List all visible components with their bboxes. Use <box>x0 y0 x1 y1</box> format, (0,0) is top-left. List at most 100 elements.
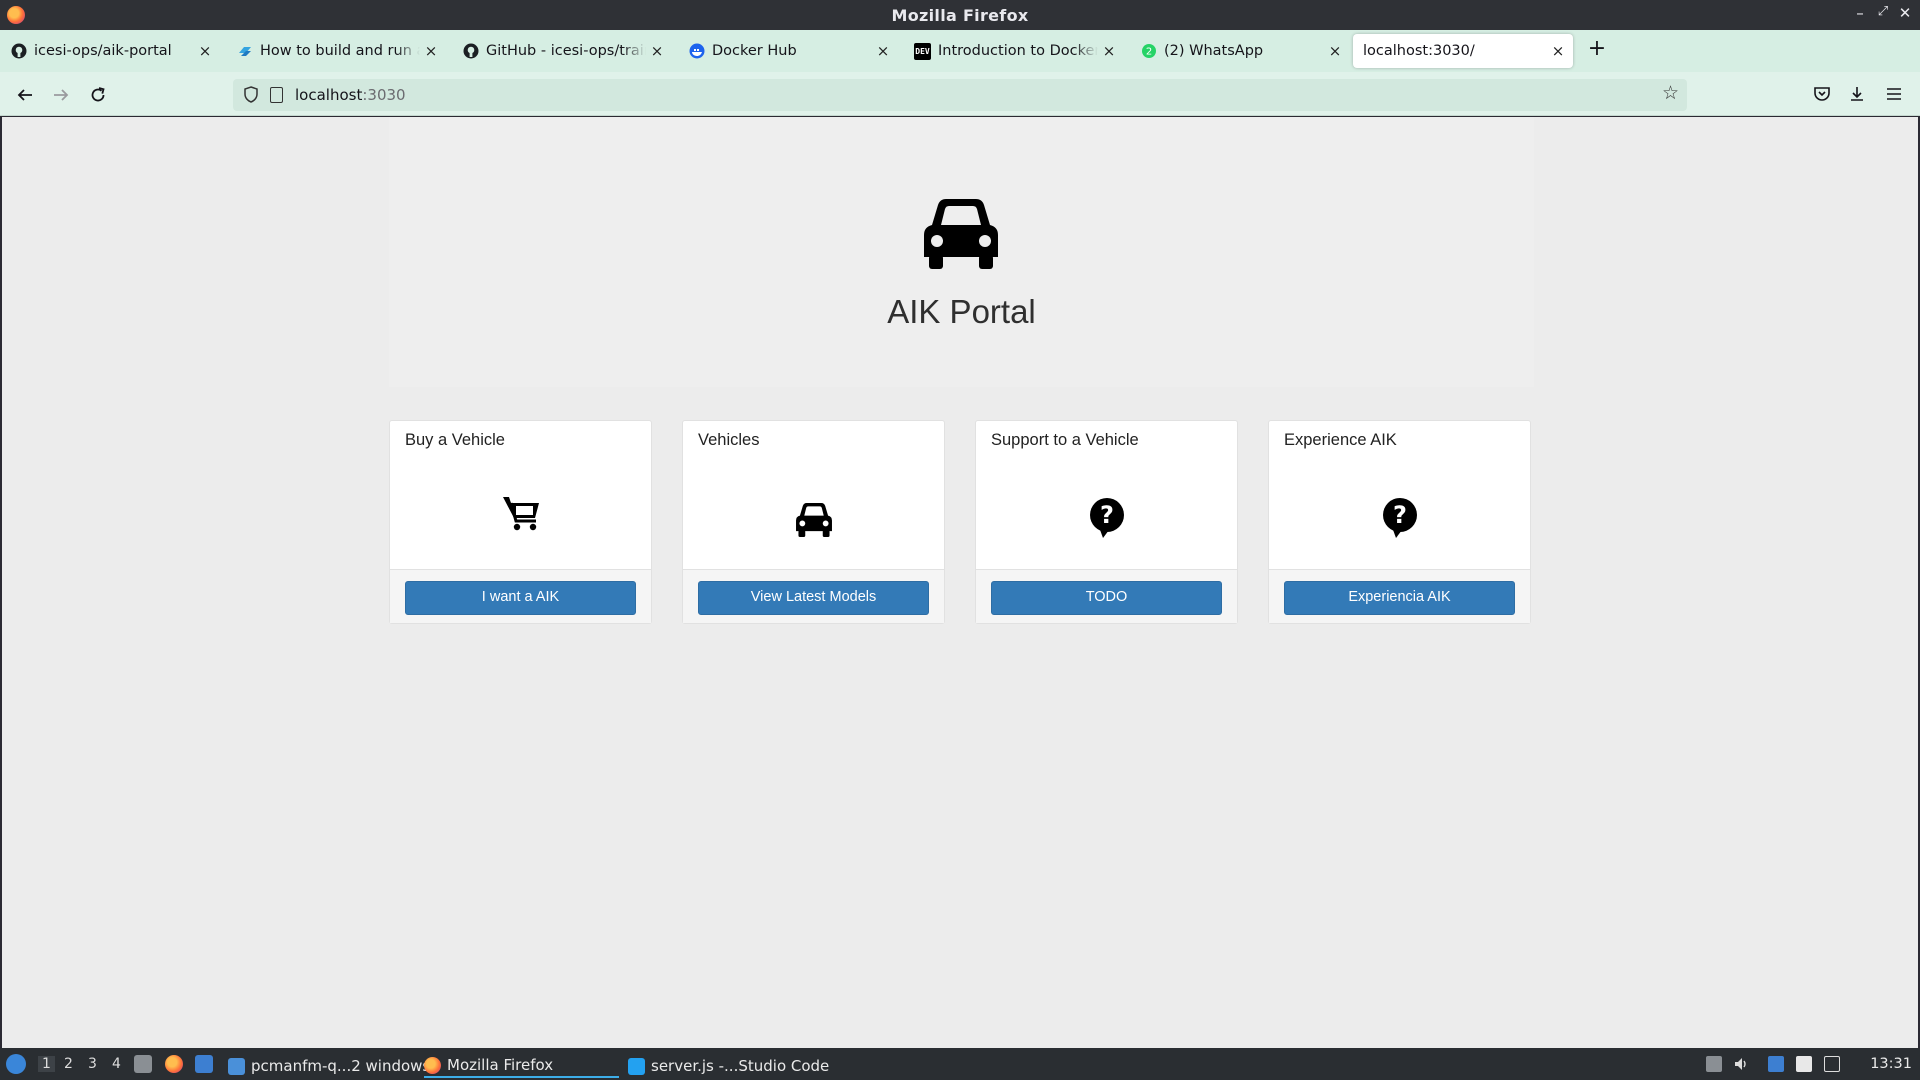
shield-icon[interactable] <box>243 86 259 103</box>
pocket-button[interactable] <box>1810 82 1834 106</box>
desktop-launcher-icon[interactable] <box>195 1055 213 1073</box>
folder-icon <box>228 1057 245 1075</box>
maximize-button[interactable]: ⤢ <box>1873 4 1893 19</box>
card-title: Experience AIK <box>1284 431 1397 449</box>
app-menu-button[interactable] <box>1882 82 1906 106</box>
card-title: Vehicles <box>698 431 760 449</box>
card-support-vehicle: Support to a Vehicle ? TODO <box>975 420 1238 624</box>
tab-label: Introduction to Docker for <box>938 43 1098 59</box>
card-footer: I want a AIK <box>390 569 651 623</box>
card-footer: TODO <box>976 569 1237 623</box>
tab-strip: icesi-ops/aik-portal × How to build and … <box>0 30 1920 72</box>
navigation-toolbar: localhost:3030 ☆ <box>0 72 1920 116</box>
new-tab-button[interactable]: + <box>1585 38 1609 62</box>
firefox-icon <box>424 1056 441 1074</box>
tab-label: (2) WhatsApp <box>1164 43 1264 59</box>
file-manager-launcher-icon[interactable] <box>134 1055 152 1073</box>
task-label: Mozilla Firefox <box>447 1056 554 1074</box>
workspace-3[interactable]: 3 <box>88 1056 97 1072</box>
arrow-right-icon <box>54 89 69 101</box>
task-label: pcmanfm-q...2 windows <box>251 1057 431 1075</box>
task-label: server.js -...Studio Code <box>651 1057 830 1075</box>
tab-whatsapp[interactable]: 2 (2) WhatsApp × <box>1130 34 1350 68</box>
tab-localhost[interactable]: localhost:3030/ × <box>1353 34 1573 68</box>
svg-text:?: ? <box>1393 501 1407 529</box>
volume-icon[interactable] <box>1733 1056 1749 1072</box>
page-info-icon[interactable] <box>270 87 283 103</box>
car-icon <box>795 503 832 537</box>
docker-icon <box>688 43 705 60</box>
tab-intro-docker[interactable]: DEV Introduction to Docker for × <box>904 34 1124 68</box>
tab-label: icesi-ops/aik-portal <box>34 43 172 59</box>
vscode-icon <box>236 43 253 60</box>
bookmark-star-icon[interactable]: ☆ <box>1662 82 1679 104</box>
card-title: Support to a Vehicle <box>991 431 1139 449</box>
tab-close-icon[interactable]: × <box>420 42 442 60</box>
card-footer: View Latest Models <box>683 569 944 623</box>
car-icon <box>924 199 998 269</box>
tab-close-icon[interactable]: × <box>194 42 216 60</box>
dev-icon: DEV <box>914 42 931 60</box>
downloads-button[interactable] <box>1845 82 1869 106</box>
tab-close-icon[interactable]: × <box>646 42 668 60</box>
whatsapp-icon: 2 <box>1140 43 1157 60</box>
question-bubble-icon: ? <box>1382 498 1417 538</box>
experiencia-aik-button[interactable]: Experiencia AIK <box>1284 581 1515 615</box>
tab-label: GitHub - icesi-ops/training <box>486 43 646 59</box>
tab-github-training[interactable]: GitHub - icesi-ops/training × <box>452 34 672 68</box>
reload-button[interactable] <box>85 82 111 108</box>
task-file-manager[interactable]: pcmanfm-q...2 windows <box>228 1054 430 1078</box>
svg-text:?: ? <box>1100 501 1114 529</box>
tab-aik-portal[interactable]: icesi-ops/aik-portal × <box>0 34 220 68</box>
clock: 13:31 <box>1870 1056 1912 1072</box>
task-firefox[interactable]: Mozilla Firefox <box>424 1054 619 1078</box>
display-tray-icon[interactable] <box>1824 1056 1840 1072</box>
card-vehicles: Vehicles View Latest Models <box>682 420 945 624</box>
card-footer: Experiencia AIK <box>1269 569 1530 623</box>
shopping-cart-icon <box>502 497 539 531</box>
arrow-left-icon <box>17 89 32 101</box>
task-vscode[interactable]: server.js -...Studio Code <box>628 1054 829 1078</box>
tab-label: How to build and run a Python app in a c… <box>260 43 420 59</box>
start-menu-icon[interactable] <box>6 1054 26 1074</box>
url-bar[interactable]: localhost:3030 ☆ <box>233 79 1687 111</box>
window-titlebar: Mozilla Firefox – ⤢ ✕ <box>0 0 1920 30</box>
view-latest-models-button[interactable]: View Latest Models <box>698 581 929 615</box>
page-viewport: AIK Portal Buy a Vehicle I want a AIK Ve… <box>2 117 1918 1048</box>
reload-icon <box>91 87 105 102</box>
forward-button[interactable] <box>48 82 74 108</box>
close-window-button[interactable]: ✕ <box>1895 4 1915 22</box>
tab-close-icon[interactable]: × <box>1547 42 1569 60</box>
github-icon <box>10 43 27 60</box>
workspace-1[interactable]: 1 <box>38 1056 55 1072</box>
github-icon <box>462 43 479 60</box>
workspace-4[interactable]: 4 <box>112 1056 121 1072</box>
tab-close-icon[interactable]: × <box>1098 42 1120 60</box>
tab-python-container[interactable]: How to build and run a Python app in a c… <box>226 34 446 68</box>
card-buy-vehicle: Buy a Vehicle I want a AIK <box>389 420 652 624</box>
firefox-launcher-icon[interactable] <box>165 1055 183 1073</box>
tab-label: Docker Hub <box>712 43 797 59</box>
hero-section: AIK Portal <box>389 117 1534 387</box>
clipboard-tray-icon[interactable] <box>1706 1056 1722 1072</box>
vscode-icon <box>628 1057 645 1075</box>
card-experience-aik: Experience AIK ? Experiencia AIK <box>1268 420 1531 624</box>
window-title: Mozilla Firefox <box>891 6 1029 25</box>
want-aik-button[interactable]: I want a AIK <box>405 581 636 615</box>
tab-close-icon[interactable]: × <box>872 42 894 60</box>
page-title: AIK Portal <box>887 293 1036 330</box>
minimize-button[interactable]: – <box>1850 4 1870 22</box>
card-title: Buy a Vehicle <box>405 431 505 449</box>
tab-close-icon[interactable]: × <box>1324 42 1346 60</box>
tab-docker-hub[interactable]: Docker Hub × <box>678 34 898 68</box>
url-text[interactable]: localhost:3030 <box>295 86 406 104</box>
network-tray-icon[interactable] <box>1768 1056 1784 1072</box>
notes-tray-icon[interactable] <box>1796 1056 1812 1072</box>
question-bubble-icon: ? <box>1089 498 1124 538</box>
tab-label: localhost:3030/ <box>1363 43 1475 59</box>
workspace-2[interactable]: 2 <box>64 1056 73 1072</box>
back-button[interactable] <box>12 82 38 108</box>
todo-button[interactable]: TODO <box>991 581 1222 615</box>
pocket-icon <box>1814 87 1830 101</box>
svg-text:2: 2 <box>1145 47 1151 58</box>
